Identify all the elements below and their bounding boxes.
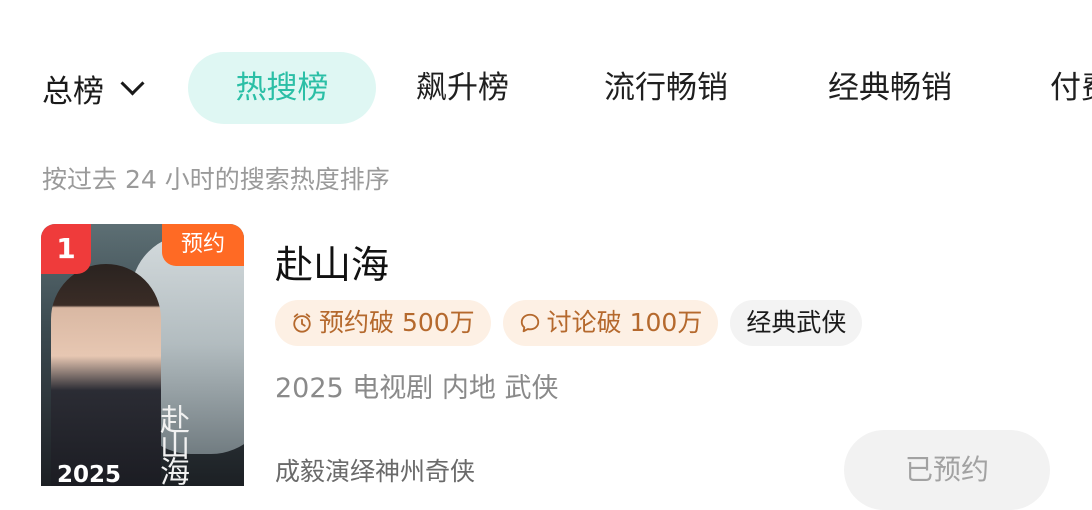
tab-paid[interactable]: 付费 bbox=[1050, 52, 1092, 124]
top-tab-bar: 总榜 热搜榜 飙升榜 流行畅销 经典畅销 付费 bbox=[0, 52, 1092, 124]
discussion-count-text: 讨论破 100万 bbox=[546, 308, 703, 337]
reservation-badge: 预约 bbox=[162, 224, 244, 266]
tab-hot-search[interactable]: 热搜榜 bbox=[188, 52, 376, 124]
reserved-button[interactable]: 已预约 bbox=[844, 430, 1050, 510]
reservation-count-tag: 预约破 500万 bbox=[275, 300, 491, 346]
poster-calligraphy: 赴山海 bbox=[154, 404, 189, 482]
poster-figure-left bbox=[51, 264, 161, 486]
reservation-count-text: 预约破 500万 bbox=[319, 308, 475, 337]
tab-popular-bestseller[interactable]: 流行畅销 bbox=[604, 52, 728, 124]
ranking-description: 按过去 24 小时的搜索热度排序 bbox=[42, 165, 390, 194]
show-description: 成毅演绎神州奇侠 bbox=[275, 457, 476, 486]
tab-classic-bestseller[interactable]: 经典畅销 bbox=[828, 52, 952, 124]
total-ranking-label: 总榜 bbox=[42, 73, 104, 110]
tag-list: 预约破 500万 讨论破 100万 经典武侠 bbox=[275, 300, 863, 346]
chat-bubble-icon bbox=[520, 313, 539, 333]
chevron-down-icon bbox=[120, 70, 145, 96]
total-ranking-dropdown[interactable]: 总榜 bbox=[42, 52, 145, 124]
discussion-count-tag: 讨论破 100万 bbox=[502, 300, 719, 346]
show-meta: 2025 电视剧 内地 武侠 bbox=[275, 373, 559, 404]
rank-badge: 1 bbox=[41, 224, 91, 274]
show-title[interactable]: 赴山海 bbox=[275, 234, 389, 289]
clock-icon bbox=[293, 313, 311, 333]
tab-rising[interactable]: 飙升榜 bbox=[416, 52, 509, 124]
genre-tag[interactable]: 经典武侠 bbox=[730, 300, 863, 346]
poster-year: 2025 bbox=[57, 462, 122, 486]
poster-image[interactable]: 赴山海 1 预约 2025 bbox=[41, 224, 244, 486]
